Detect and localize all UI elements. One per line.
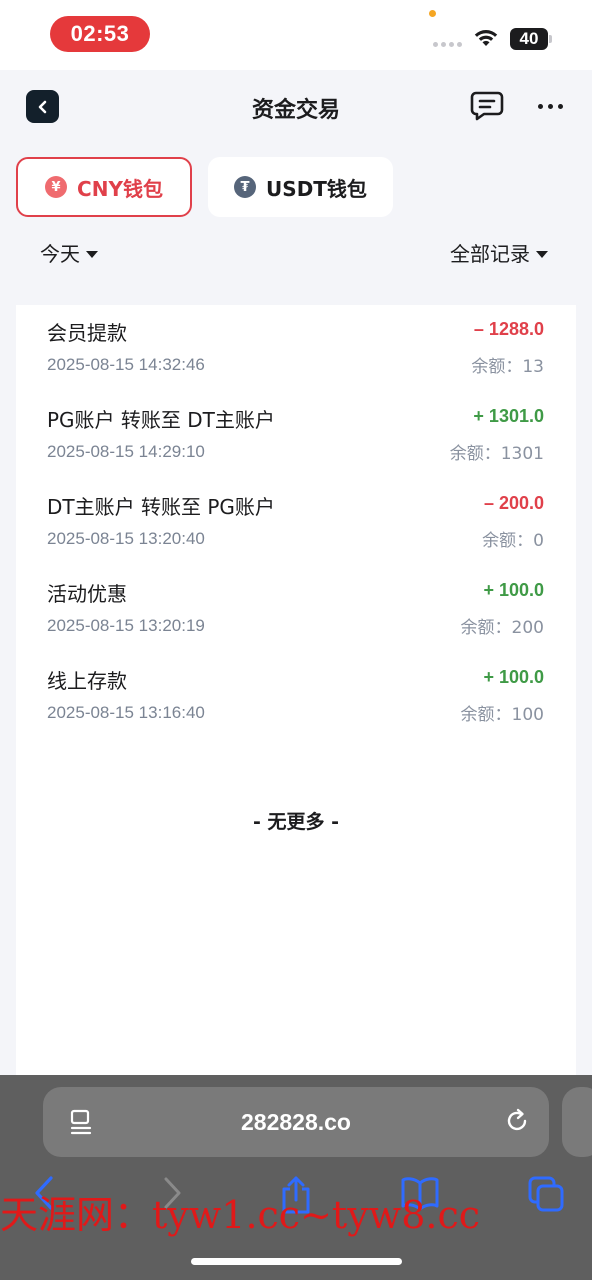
page-header: 资金交易 [0, 70, 592, 142]
transaction-balance: 余额：0 [482, 531, 544, 551]
url-text: 282828.co [241, 1109, 351, 1135]
tether-coin-icon: ₮ [234, 176, 257, 198]
cellular-signal-icon [433, 42, 462, 47]
transaction-balance: 余额：200 [460, 618, 544, 638]
transaction-amount: + 1301.0 [473, 406, 544, 426]
transaction-amount: + 100.0 [483, 667, 544, 687]
date-filter-label: 今天 [40, 242, 80, 266]
caret-down-icon [536, 250, 548, 258]
privacy-indicator-dot [429, 10, 436, 17]
watermark-text: 天涯网：tyw1.cc~tyw8.cc [0, 1193, 481, 1237]
transaction-time: 2025-08-15 13:20:40 [47, 529, 205, 548]
transaction-amount: – 200.0 [483, 493, 544, 513]
transaction-amount: – 1288.0 [473, 319, 544, 339]
transaction-balance: 余额：13 [471, 357, 544, 377]
date-filter-dropdown[interactable]: 今天 [40, 238, 98, 267]
transaction-time: 2025-08-15 14:32:46 [47, 355, 205, 374]
battery-cap [549, 35, 552, 43]
chat-icon[interactable] [470, 90, 504, 122]
transaction-balance: 余额：100 [460, 705, 544, 725]
status-time: 02:53 [50, 16, 150, 52]
record-type-filter-dropdown[interactable]: 全部记录 [450, 238, 548, 267]
transaction-title: 活动优惠 [47, 582, 127, 606]
tab-usdt-wallet[interactable]: ₮ USDT钱包 [208, 157, 393, 217]
wifi-icon [474, 30, 498, 46]
transaction-title: 线上存款 [47, 669, 127, 693]
transaction-amount: + 100.0 [483, 580, 544, 600]
transaction-balance: 余额：1301 [449, 444, 544, 464]
address-bar[interactable]: 282828.co [43, 1087, 549, 1157]
transaction-row[interactable]: 线上存款 2025-08-15 13:16:40 + 100.0 余额：100 [16, 653, 576, 733]
transaction-time: 2025-08-15 13:16:40 [47, 703, 205, 722]
transaction-title: 会员提款 [47, 321, 127, 345]
tab-usdt-wallet-label: USDT钱包 [266, 176, 367, 201]
record-type-filter-label: 全部记录 [450, 242, 530, 266]
battery-icon: 40 [510, 28, 548, 50]
transaction-row[interactable]: 活动优惠 2025-08-15 13:20:19 + 100.0 余额：200 [16, 566, 576, 646]
status-bar: 02:53 40 [0, 0, 592, 70]
transaction-row[interactable]: DT主账户 转账至 PG账户 2025-08-15 13:20:40 – 200… [16, 479, 576, 559]
transaction-title: DT主账户 转账至 PG账户 [47, 495, 275, 519]
transaction-time: 2025-08-15 13:20:19 [47, 616, 205, 635]
tab-cny-wallet-label: CNY钱包 [77, 176, 163, 201]
end-of-list-text: - 无更多 - [252, 811, 339, 833]
transaction-time: 2025-08-15 14:29:10 [47, 442, 205, 461]
tab-cny-wallet[interactable]: ¥ CNY钱包 [16, 157, 192, 217]
transaction-row[interactable]: 会员提款 2025-08-15 14:32:46 – 1288.0 余额：13 [16, 305, 576, 385]
transaction-list: 会员提款 2025-08-15 14:32:46 – 1288.0 余额：13 … [16, 305, 576, 1080]
reload-icon[interactable] [503, 1107, 531, 1135]
caret-down-icon [86, 250, 98, 258]
home-indicator[interactable] [191, 1258, 402, 1265]
transaction-title: PG账户 转账至 DT主账户 [47, 408, 275, 432]
next-tab-preview[interactable] [562, 1087, 592, 1157]
transaction-row[interactable]: PG账户 转账至 DT主账户 2025-08-15 14:29:10 + 130… [16, 392, 576, 472]
yuan-coin-icon: ¥ [45, 176, 68, 198]
more-options-icon[interactable] [535, 92, 565, 120]
battery-level: 40 [519, 29, 539, 48]
